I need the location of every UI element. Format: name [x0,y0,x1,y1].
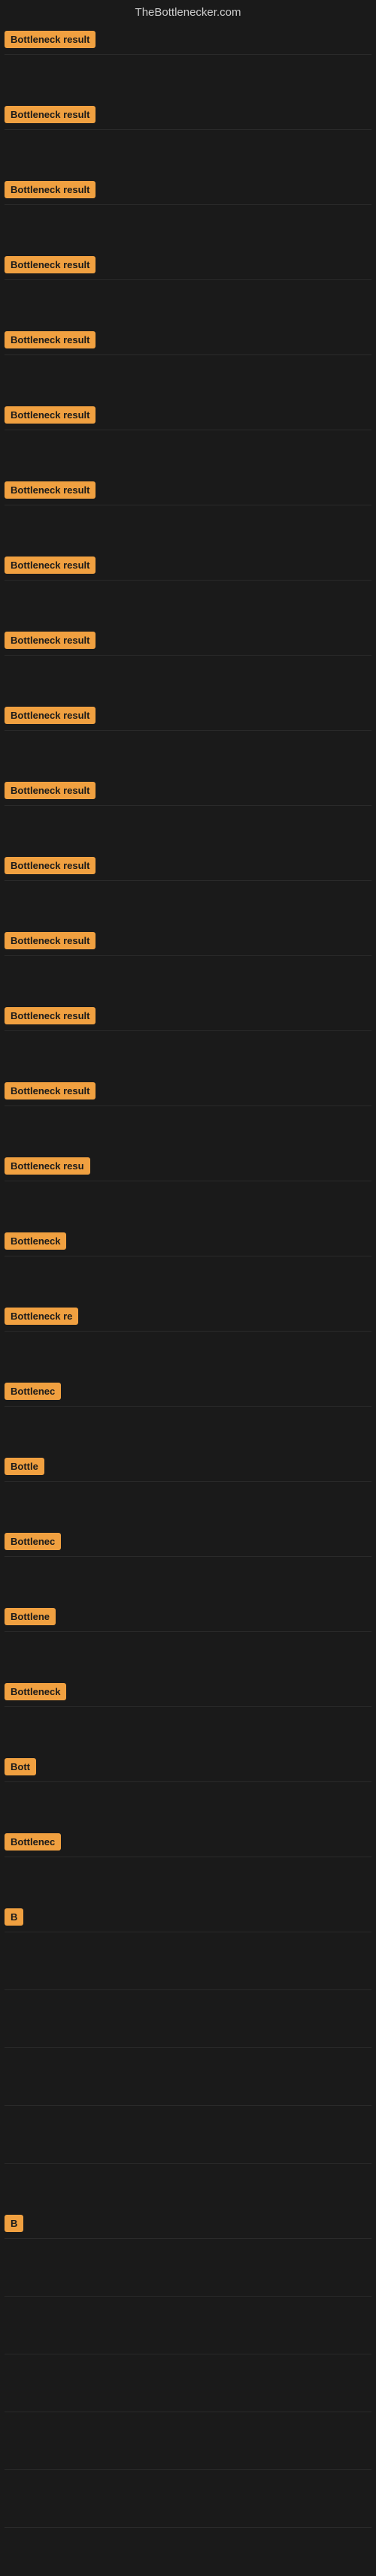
bottleneck-section-10: Bottleneck result [0,704,376,779]
bottleneck-section-18: Bottleneck re [0,1305,376,1380]
bottleneck-badge-14: Bottleneck result [5,1007,96,1024]
bottleneck-section-29 [0,2096,376,2154]
bottleneck-badge-24: Bott [5,1758,36,1775]
bottleneck-section-33 [0,2345,376,2403]
bottleneck-badge-2: Bottleneck result [5,106,96,123]
bottleneck-section-3: Bottleneck result [0,178,376,253]
bottleneck-section-22: Bottlene [0,1605,376,1680]
bottleneck-badge-16: Bottleneck resu [5,1157,90,1175]
bottleneck-section-28 [0,2038,376,2096]
bottleneck-section-4: Bottleneck result [0,253,376,328]
bottleneck-section-14: Bottleneck result [0,1004,376,1079]
bottleneck-section-20: Bottle [0,1455,376,1530]
bottleneck-section-23: Bottleneck [0,1680,376,1755]
bottleneck-badge-8: Bottleneck result [5,557,96,574]
bottleneck-section-13: Bottleneck result [0,929,376,1004]
bottleneck-section-16: Bottleneck resu [0,1154,376,1229]
bottleneck-badge-7: Bottleneck result [5,481,96,499]
bottleneck-section-19: Bottlenec [0,1380,376,1455]
bottleneck-section-8: Bottleneck result [0,554,376,629]
bottleneck-badge-25: Bottlenec [5,1833,61,1851]
bottleneck-badge-3: Bottleneck result [5,181,96,198]
bottleneck-badge-19: Bottlenec [5,1383,61,1400]
bottleneck-badge-4: Bottleneck result [5,256,96,273]
bottleneck-section-30 [0,2154,376,2212]
bottleneck-badge-15: Bottleneck result [5,1082,96,1099]
site-title: TheBottlenecker.com [135,6,241,19]
bottleneck-badge-5: Bottleneck result [5,331,96,348]
bottleneck-badge-10: Bottleneck result [5,707,96,724]
bottleneck-section-24: Bott [0,1755,376,1830]
bottleneck-section-26: B [0,1905,376,1980]
bottleneck-section-11: Bottleneck result [0,779,376,854]
bottleneck-section-12: Bottleneck result [0,854,376,929]
bottleneck-section-32 [0,2287,376,2345]
bottleneck-section-34 [0,2403,376,2460]
bottleneck-section-25: Bottlenec [0,1830,376,1905]
bottleneck-section-9: Bottleneck result [0,629,376,704]
bottleneck-section-1: Bottleneck result [0,28,376,103]
items-container: Bottleneck result Bottleneck result Bottle… [0,28,376,2576]
bottleneck-badge-6: Bottleneck result [5,406,96,424]
bottleneck-badge-31: B [5,2215,23,2232]
bottleneck-badge-13: Bottleneck result [5,932,96,949]
bottleneck-badge-18: Bottleneck re [5,1308,78,1325]
bottleneck-section-7: Bottleneck result [0,478,376,554]
bottleneck-badge-17: Bottleneck [5,1232,66,1250]
bottleneck-badge-21: Bottlenec [5,1533,61,1550]
bottleneck-section-2: Bottleneck result [0,103,376,178]
bottleneck-section-21: Bottlenec [0,1530,376,1605]
bottleneck-badge-23: Bottleneck [5,1683,66,1700]
bottleneck-section-17: Bottleneck [0,1229,376,1305]
bottleneck-section-36 [0,2518,376,2576]
bottleneck-section-27 [0,1980,376,2038]
bottleneck-badge-20: Bottle [5,1458,44,1475]
bottleneck-badge-11: Bottleneck result [5,782,96,799]
bottleneck-badge-12: Bottleneck result [5,857,96,874]
bottleneck-section-15: Bottleneck result [0,1079,376,1154]
bottleneck-section-6: Bottleneck result [0,403,376,478]
bottleneck-section-5: Bottleneck result [0,328,376,403]
bottleneck-badge-22: Bottlene [5,1608,56,1625]
bottleneck-section-35 [0,2460,376,2518]
bottleneck-badge-1: Bottleneck result [5,31,96,48]
bottleneck-badge-26: B [5,1908,23,1926]
bottleneck-badge-9: Bottleneck result [5,632,96,649]
bottleneck-section-31: B [0,2212,376,2287]
site-header: TheBottlenecker.com [0,0,376,28]
